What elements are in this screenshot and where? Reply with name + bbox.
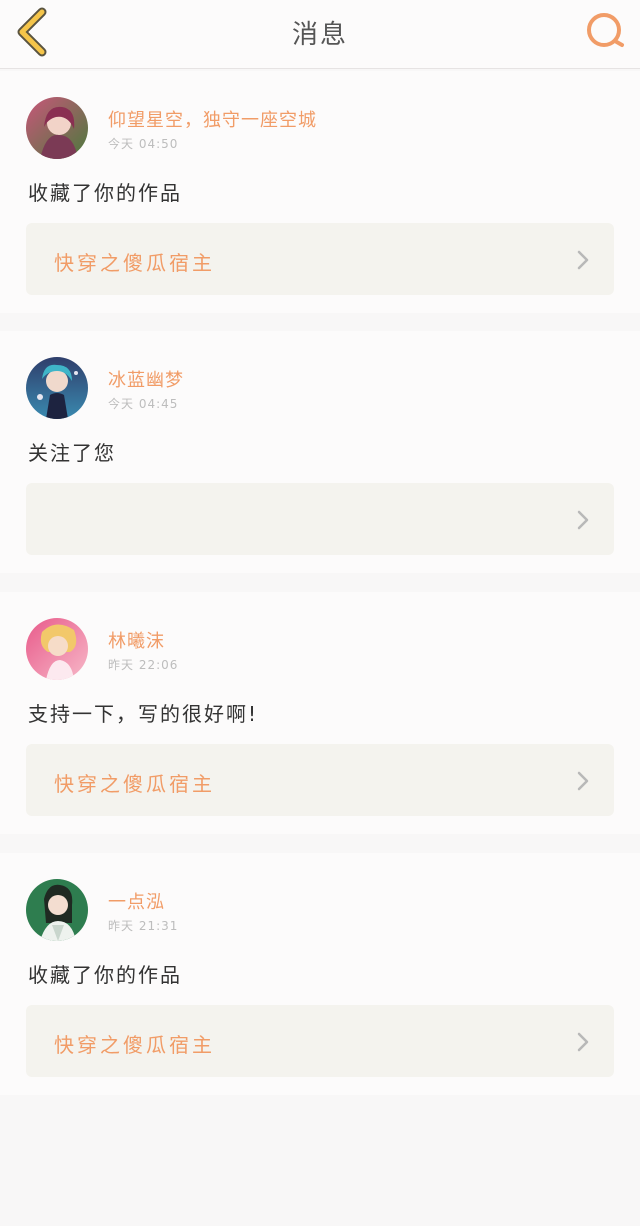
- message-text: 收藏了你的作品: [28, 963, 182, 987]
- avatar[interactable]: [26, 618, 88, 680]
- username-link[interactable]: 仰望星空，独守一座空城: [108, 106, 317, 132]
- avatar[interactable]: [26, 97, 88, 159]
- timestamp: 昨天 22:06: [108, 658, 179, 672]
- message-text: 关注了您: [28, 441, 116, 465]
- search-button[interactable]: [584, 8, 628, 52]
- work-title: 快穿之傻瓜宿主: [54, 1033, 215, 1057]
- message-card: 一点泓 昨天 21:31 收藏了你的作品 快穿之傻瓜宿主: [0, 853, 640, 1095]
- avatar[interactable]: [26, 879, 88, 941]
- timestamp: 今天 04:45: [108, 397, 179, 411]
- chevron-right-icon: [577, 771, 589, 791]
- username-link[interactable]: 一点泓: [108, 888, 165, 914]
- work-link[interactable]: 快穿之傻瓜宿主: [26, 744, 614, 816]
- username-link[interactable]: 林曦沫: [108, 627, 165, 653]
- timestamp: 昨天 21:31: [108, 919, 179, 933]
- chevron-right-icon: [577, 250, 589, 270]
- search-icon: [587, 13, 624, 47]
- message-card: 仰望星空，独守一座空城 今天 04:50 收藏了你的作品 快穿之傻瓜宿主: [0, 71, 640, 313]
- page-title: 消息: [291, 20, 348, 50]
- username-link[interactable]: 冰蓝幽梦: [108, 366, 184, 392]
- message-card: 林曦沫 昨天 22:06 支持一下，写的很好啊! 快穿之傻瓜宿主: [0, 592, 640, 834]
- message-card: 冰蓝幽梦 今天 04:45 关注了您: [0, 331, 640, 573]
- chevron-right-icon: [577, 510, 589, 530]
- work-link[interactable]: [26, 483, 614, 555]
- timestamp: 今天 04:50: [108, 137, 179, 151]
- message-text: 收藏了你的作品: [28, 181, 182, 205]
- top-bar: 消息: [0, 0, 640, 69]
- avatar[interactable]: [26, 357, 88, 419]
- work-title: 快穿之傻瓜宿主: [54, 772, 215, 796]
- work-link[interactable]: 快穿之傻瓜宿主: [26, 1005, 614, 1077]
- work-title: 快穿之傻瓜宿主: [54, 251, 215, 275]
- message-text: 支持一下，写的很好啊!: [28, 702, 259, 726]
- chevron-right-icon: [577, 1032, 589, 1052]
- work-link[interactable]: 快穿之傻瓜宿主: [26, 223, 614, 295]
